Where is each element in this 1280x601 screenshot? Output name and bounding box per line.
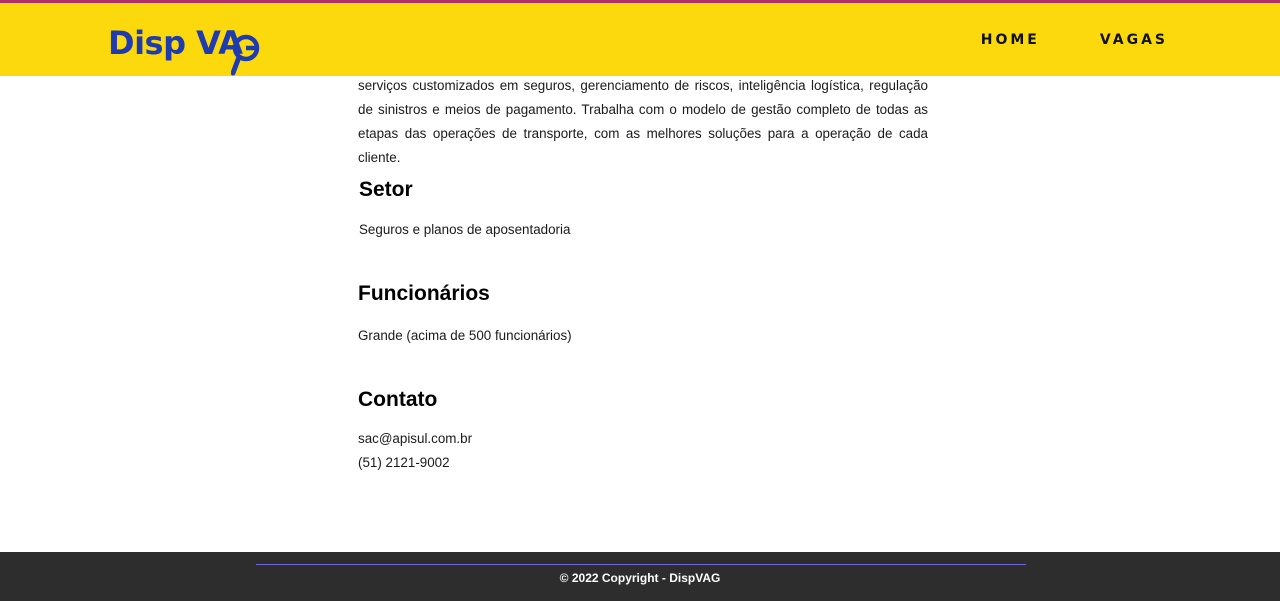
logo-link[interactable]: Disp VA (108, 23, 260, 76)
funcionarios-value: Grande (acima de 500 funcionários) (358, 328, 572, 343)
company-details: serviços customizados em seguros, gerenc… (358, 68, 928, 470)
setor-heading: Setor (359, 178, 413, 201)
main-nav: HOME VAGAS (921, 3, 1168, 76)
footer-divider (256, 564, 1026, 565)
footer-copyright: © 2022 Copyright - DispVAG (559, 571, 721, 585)
funcionarios-heading: Funcionários (358, 282, 490, 305)
logo-text: Disp VA (108, 24, 243, 62)
contact-email: sac@apisul.com.br (358, 431, 473, 446)
nav-vagas-link[interactable]: VAGAS (1100, 32, 1168, 48)
site-header: Disp VA HOME VAGAS (0, 0, 1280, 76)
setor-value: Seguros e planos de aposentadoria (359, 222, 571, 237)
page: Disp VA HOME VAGAS serviços customizados… (0, 0, 1280, 601)
company-description: serviços customizados em seguros, gerenc… (358, 78, 928, 165)
site-footer: © 2022 Copyright - DispVAG (0, 552, 1280, 601)
contato-heading: Contato (358, 388, 438, 411)
contact-phone: (51) 2121-9002 (358, 455, 450, 470)
nav-home-link[interactable]: HOME (981, 32, 1040, 48)
magnifier-logo-icon (231, 34, 260, 76)
